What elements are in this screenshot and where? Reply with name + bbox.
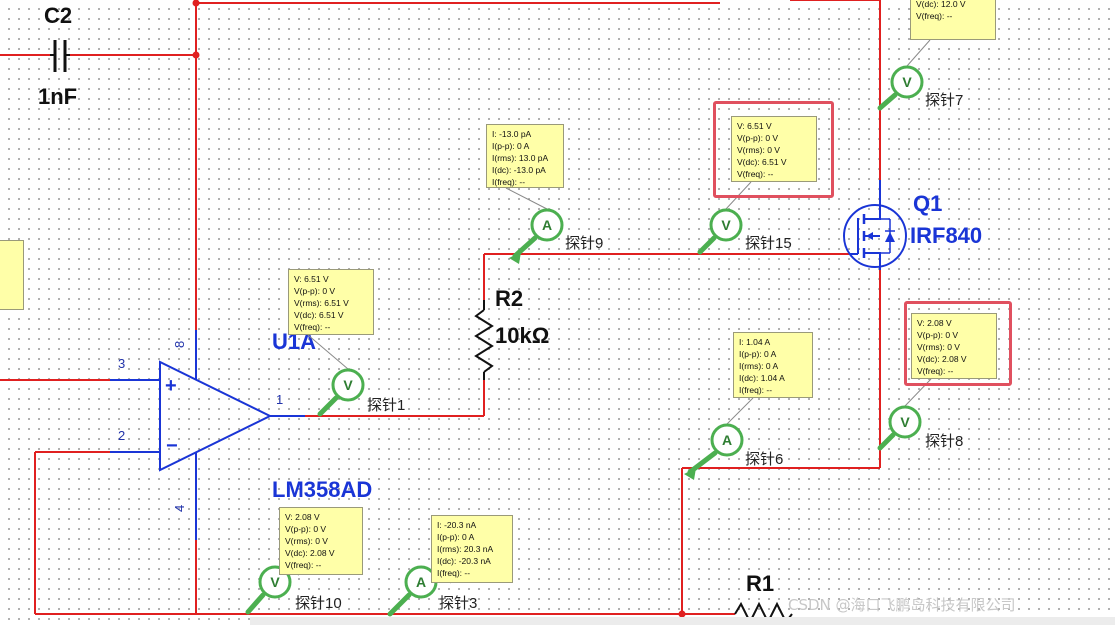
probe-readout-p10: V: 2.08 V V(p-p): 0 V V(rms): 0 V V(dc): 2.… [279,507,363,575]
probe-label: 探针10 [295,595,342,612]
probe-tail [387,592,412,617]
probe-readout-p1: V: 6.51 V V(p-p): 0 V V(rms): 6.51 V V(dc):… [288,269,374,335]
readout-line: I(freq): -- [437,568,471,578]
readout-line: I(freq): -- [739,385,773,395]
readout-line: I(freq): -- [492,177,526,187]
pin-number-3: 3 [118,356,125,371]
pin-number-4: 4 [172,505,187,512]
junction-dot [192,0,200,7]
readout-line: I: 1.04 A [739,337,771,347]
probe-readout-p6: I: 1.04 A I(p-p): 0 A I(rms): 0 A I(dc): 1.… [733,332,813,398]
pin-number-8: 8 [172,341,187,348]
mosfet-q1[interactable]: Q1 IRF840 [843,180,982,270]
junction-dot [192,51,200,59]
c2-ref: C2 [44,3,72,28]
probe-type-letter: V [900,414,910,430]
probe-leader [906,39,931,67]
readout-line: I(dc): -20.3 nA [437,556,491,566]
highlight-box [713,101,834,198]
readout-line: I(rms): 20.3 nA [437,544,494,554]
r1-ref: R1 [746,571,774,596]
readout-line: I: -20.3 nA [437,520,477,530]
readout-line: V(freq): -- [294,322,331,332]
readout-line: I(p-p): 0 A [739,349,777,359]
probe-p7[interactable]: V 探针7 [877,39,963,111]
readout-line: V(freq): -- [285,560,322,570]
probe-label: 探针9 [565,235,603,252]
probe-type-letter: A [542,217,552,233]
probe-label: 探针6 [745,451,783,468]
probe-type-letter: V [270,574,280,590]
probe-p9[interactable]: A 探针9 [505,187,603,264]
readout-line: V(p-p): 0 V [285,524,327,534]
q1-part: IRF840 [910,223,982,248]
probe-leader [726,397,754,425]
probe-tail [317,395,339,417]
probe-tail [245,592,266,615]
r2-value: 10kΩ [495,323,549,348]
watermark: CSDN @海口飞鹏岛科技有限公司 [788,596,1016,614]
q1-ref: Q1 [913,191,942,216]
probe-type-letter: V [902,74,912,90]
probe-readout-p7: V(rms): 0 VV(dc): 12.0 VV(freq): -- [910,0,996,40]
probe-leader [505,187,548,210]
probe-tail [697,235,717,255]
readout-line: I(rms): 0 A [739,361,779,371]
probe-p8[interactable]: V 探针8 [877,378,963,451]
probe-type-letter: A [722,432,732,448]
readout-line: I: -13.0 pA [492,129,532,139]
probe-label: 探针7 [925,92,963,109]
body-diode [885,232,895,242]
plus-sign: + [165,375,177,397]
readout-line: V(rms): 6.51 V [294,298,349,308]
readout-line: V(dc): 2.08 V [285,548,335,558]
mosfet-arrow [866,232,873,240]
probe-type-letter: V [343,377,353,393]
readout-line: V: 2.08 V [285,512,320,522]
probe-readout-p3: I: -20.3 nA I(p-p): 0 A I(rms): 20.3 nA I(d… [431,515,513,583]
scrollbar-strip[interactable] [250,617,1115,625]
readout-line: V(p-p): 0 V [294,286,336,296]
probe-tail [877,92,898,111]
readout-line: V(rms): 0 V [285,536,328,546]
probe-tail [877,432,896,451]
probe-label: 探针1 [367,397,405,414]
pin-number-1: 1 [276,392,283,407]
readout-line: V(dc): 6.51 V [294,310,344,320]
probe-type-letter: A [416,574,426,590]
readout-line: V(dc): 12.0 V [916,0,966,9]
resistor-r2[interactable]: R2 10kΩ [474,286,549,380]
mosfet-drain [864,210,881,220]
highlight-box [904,301,1012,386]
r2-ref: R2 [495,286,523,311]
resistor-zigzag [474,309,494,373]
probe-label: 探针8 [925,433,963,450]
minus-sign: − [166,435,178,457]
probe-label: 探针15 [745,235,792,252]
readout-line: V(freq): -- [916,11,953,21]
readout-line: I(dc): -13.0 pA [492,165,546,175]
probe-readout-p9: I: -13.0 pA I(p-p): 0 A I(rms): 13.0 pA I(d… [486,124,564,188]
readout-line: I(p-p): 0 A [492,141,530,151]
probe-type-letter: V [721,217,731,233]
resistor-r1[interactable]: R1 [734,571,793,625]
readout-line: I(p-p): 0 A [437,532,475,542]
pin-number-2: 2 [118,428,125,443]
probe-p1[interactable]: V 探针1 [307,334,405,417]
readout-line: I(rms): 13.0 pA [492,153,549,163]
readout-line: V: 6.51 V [294,274,329,284]
probe-label: 探针3 [439,595,477,612]
mosfet-source [864,252,881,262]
readout-line: I(dc): 1.04 A [739,373,785,383]
u1a-part: LM358AD [272,477,372,502]
probe-readout-cropped [0,240,24,310]
c2-value: 1nF [38,84,77,109]
